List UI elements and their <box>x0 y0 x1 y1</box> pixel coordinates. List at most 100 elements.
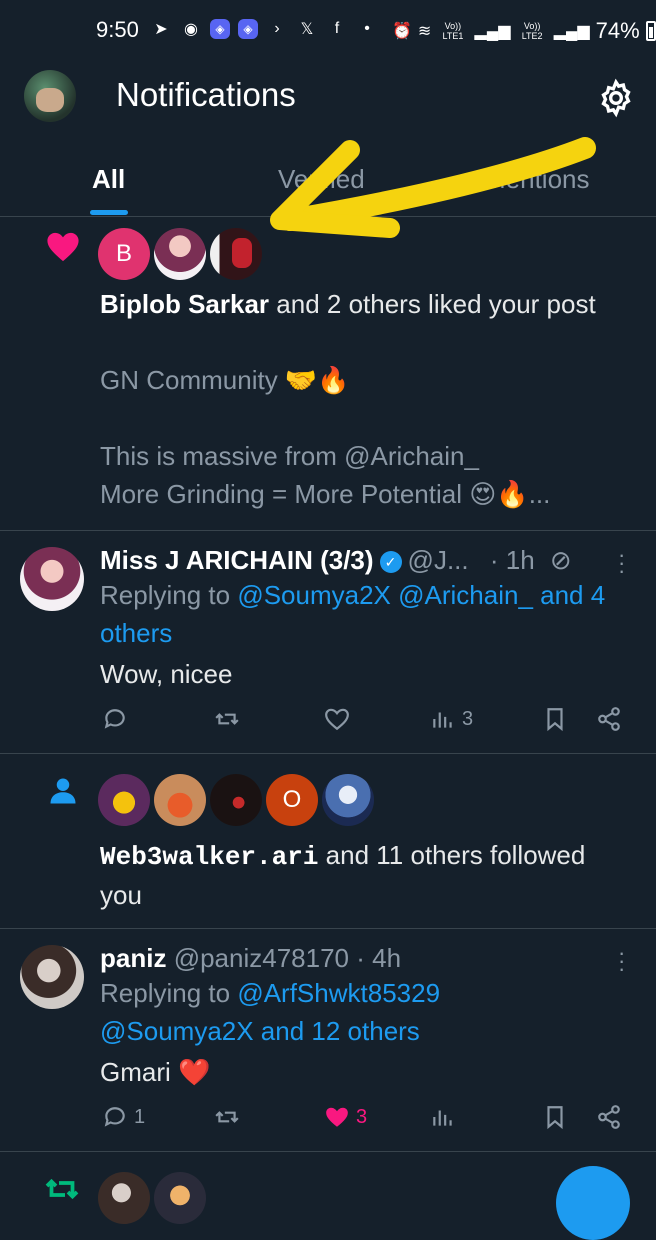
reply-post[interactable]: Miss J ARICHAIN (3/3) ✓ @J... · 1h ⊘ · · · R… <box>0 531 656 754</box>
profile-avatar[interactable] <box>24 70 76 122</box>
post-actions: 1 3 <box>100 1104 630 1136</box>
signal-icon: ▂▄▆ <box>474 23 511 40</box>
like-count: 3 <box>356 1105 368 1128</box>
settings-gear-icon[interactable] <box>596 78 636 118</box>
avatar-figure <box>232 238 252 268</box>
like-button[interactable]: 3 <box>324 1104 367 1130</box>
reply-post[interactable]: paniz @paniz478170 · 4h · · · Replying to … <box>0 929 656 1152</box>
share-button[interactable] <box>596 706 622 732</box>
post-body: Wow, nicee <box>100 659 233 689</box>
alarm-icon: ⏰ <box>392 23 412 40</box>
replying-to-cont: @Soumya2X and 12 others <box>100 1012 630 1050</box>
avatar-letter: O <box>282 786 302 813</box>
arrow-app-icon: › <box>274 20 280 37</box>
heart-filled-icon <box>47 232 79 262</box>
battery-percent: 74% <box>595 18 640 43</box>
like-notification[interactable]: B Biplob Sarkar and 2 others liked your … <box>0 217 656 531</box>
avatar[interactable] <box>154 1172 206 1224</box>
repost-button[interactable] <box>214 706 240 732</box>
reply-button[interactable] <box>102 706 128 732</box>
dot-icon: • <box>364 20 370 37</box>
more-options-icon[interactable]: · · · <box>618 544 628 582</box>
views-button[interactable] <box>430 1104 456 1130</box>
like-button[interactable] <box>324 706 350 732</box>
bookmark-icon <box>547 1106 563 1130</box>
replying-prefix: Replying to <box>100 580 238 610</box>
post-header: Miss J ARICHAIN (3/3) ✓ @J... · 1h ⊘ <box>100 545 572 576</box>
status-bar: 9:50 ➤ ◉ ◈ ◈ › 𝕏 f • ⏰ ≋ Vo)) LTE1 ▂▄▆ V… <box>0 0 656 58</box>
tab-verified[interactable]: Verified <box>278 164 365 195</box>
status-app-icons: ➤ ◉ ◈ ◈ › 𝕏 f • <box>150 18 378 40</box>
avatar[interactable] <box>210 228 262 280</box>
avatar[interactable] <box>210 774 262 826</box>
verified-badge-icon: ✓ <box>379 551 402 573</box>
page-title: Notifications <box>116 76 296 113</box>
repost-icon <box>215 713 239 725</box>
app-header: Notifications <box>0 58 656 138</box>
views-button[interactable]: 3 <box>430 706 473 732</box>
views-count: 3 <box>462 707 474 730</box>
facebook-icon: f <box>334 20 340 37</box>
author-name[interactable]: Miss J ARICHAIN (3/3) <box>100 545 374 575</box>
tab-all[interactable]: All <box>92 164 125 195</box>
heart-filled-icon <box>326 1107 348 1127</box>
bookmark-icon <box>547 708 563 732</box>
post-actions: 3 <box>100 706 630 738</box>
signal-icon: ▂▄▆ <box>553 23 590 40</box>
repost-button[interactable] <box>214 1104 240 1130</box>
status-system-icons: ⏰ ≋ Vo)) LTE1 ▂▄▆ Vo)) LTE2 ▂▄▆ 74% <box>392 18 656 44</box>
x-logo-icon: 𝕏 <box>300 21 314 38</box>
lte2-label: Vo)) LTE2 <box>521 21 543 41</box>
follow-notification[interactable]: O Web3walker.ari and 11 others followed … <box>0 754 656 929</box>
avatar[interactable] <box>322 774 374 826</box>
notification-actor[interactable]: Biplob Sarkar <box>100 289 269 319</box>
author-handle[interactable]: @paniz478170 <box>174 943 349 973</box>
bookmark-button[interactable] <box>542 706 568 732</box>
replying-links[interactable]: @Soumya2X and 12 others <box>100 1016 420 1046</box>
replying-to: Replying to @Soumya2X @Arichain_ and 4 o… <box>100 576 630 652</box>
repost-icon <box>215 1111 239 1123</box>
author-handle[interactable]: @J... <box>408 545 469 575</box>
heart-outline-icon <box>325 708 349 731</box>
replying-links[interactable]: @ArfShwkt85329 <box>237 978 440 1008</box>
avatar[interactable] <box>98 1172 150 1224</box>
avatar[interactable] <box>154 774 206 826</box>
grok-icon[interactable]: ⊘ <box>550 545 572 575</box>
avatar[interactable]: B <box>98 228 150 280</box>
active-tab-indicator <box>90 210 128 215</box>
avatar-letter: B <box>115 240 132 267</box>
post-header: paniz @paniz478170 · 4h <box>100 943 401 974</box>
share-icon <box>598 707 620 731</box>
post-preview-line: GN Community 🤝🔥 <box>100 365 350 395</box>
share-icon <box>598 1105 620 1129</box>
messenger-icon: ◉ <box>184 21 198 38</box>
post-preview-line: More Grinding = More Potential 😍🔥... <box>100 479 551 509</box>
avatar[interactable] <box>98 774 150 826</box>
avatar[interactable] <box>20 547 84 611</box>
more-options-icon[interactable]: · · · <box>618 942 628 980</box>
replying-to: Replying to @ArfShwkt85329 <box>100 974 630 1012</box>
compose-button[interactable] <box>556 1166 630 1240</box>
notification-actor[interactable]: Web3walker.ari <box>100 842 318 872</box>
author-name[interactable]: paniz <box>100 943 166 973</box>
like-notification-text: Biplob Sarkar and 2 others liked your po… <box>100 285 620 323</box>
app-notification-icon: ◈ <box>238 19 258 39</box>
battery-icon <box>645 21 656 41</box>
avatar[interactable]: O <box>266 774 318 826</box>
reply-icon <box>104 1107 125 1127</box>
lte1-label: Vo)) LTE1 <box>442 21 464 41</box>
telegram-icon: ➤ <box>154 21 168 38</box>
reply-count: 1 <box>134 1105 146 1128</box>
post-time: · 1h <box>489 545 535 575</box>
app-notification-icon: ◈ <box>210 19 230 39</box>
share-button[interactable] <box>596 1104 622 1130</box>
status-time: 9:50 <box>96 17 139 42</box>
post-time: · 4h <box>356 943 402 973</box>
reply-button[interactable]: 1 <box>102 1104 145 1130</box>
tab-mentions[interactable]: Mentions <box>484 164 590 195</box>
avatar[interactable] <box>20 945 84 1009</box>
wifi-icon: ≋ <box>417 23 432 40</box>
follow-notification-text: Web3walker.ari and 11 others followed yo… <box>100 836 620 914</box>
bookmark-button[interactable] <box>542 1104 568 1130</box>
avatar[interactable] <box>154 228 206 280</box>
